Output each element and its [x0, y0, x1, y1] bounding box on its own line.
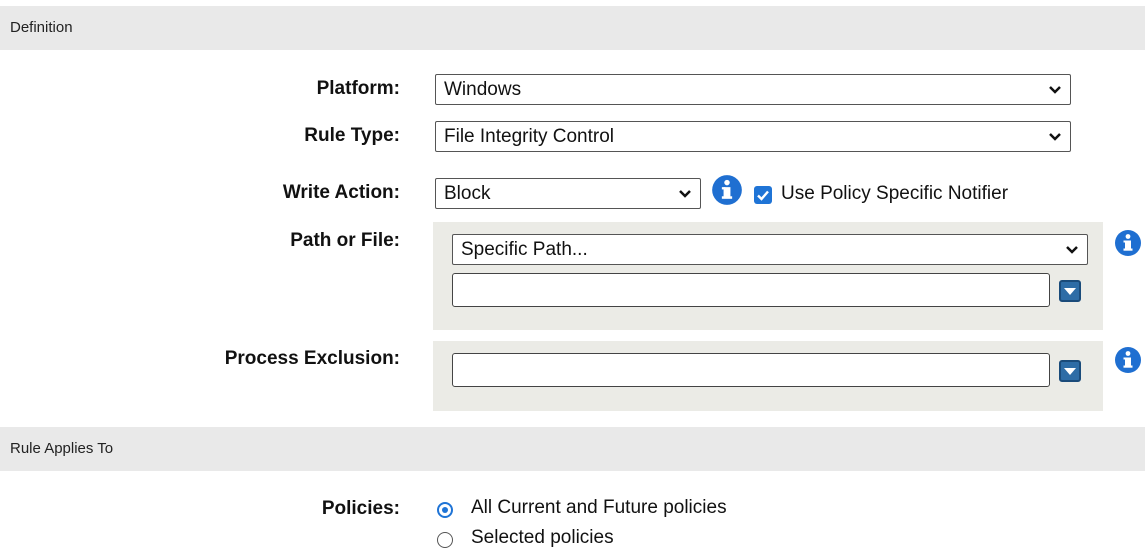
use-policy-notifier-label[interactable]: Use Policy Specific Notifier [781, 183, 1008, 205]
policies-label: Policies: [321, 498, 400, 519]
chevron-down-icon [679, 190, 691, 198]
chevron-down-icon [1049, 86, 1061, 94]
rule-type-label: Rule Type: [304, 125, 400, 146]
platform-select[interactable]: Windows [435, 74, 1071, 105]
path-dropdown-arrow-icon[interactable] [1059, 280, 1081, 302]
path-or-file-select[interactable]: Specific Path... [452, 234, 1088, 265]
definition-header-label: Definition [10, 19, 73, 36]
rule-type-select[interactable]: File Integrity Control [435, 121, 1071, 152]
rule-type-select-value: File Integrity Control [444, 126, 615, 147]
all-policies-label[interactable]: All Current and Future policies [471, 497, 727, 519]
definition-section-header: Definition [0, 6, 1145, 50]
path-or-file-select-value: Specific Path... [461, 239, 588, 260]
selected-policies-label[interactable]: Selected policies [471, 527, 614, 549]
rule-applies-section-header: Rule Applies To [0, 427, 1145, 471]
process-exclusion-input[interactable] [452, 353, 1050, 387]
write-action-select-value: Block [444, 183, 491, 204]
path-info-icon[interactable] [1114, 229, 1142, 257]
process-exclusion-info-icon[interactable] [1114, 346, 1142, 374]
all-policies-radio[interactable] [437, 502, 453, 518]
selected-policies-radio[interactable] [437, 532, 453, 548]
write-action-select[interactable]: Block [435, 178, 701, 209]
chevron-down-icon [1066, 246, 1078, 254]
chevron-down-icon [1049, 133, 1061, 141]
use-policy-notifier-checkbox[interactable] [754, 186, 772, 204]
platform-select-value: Windows [444, 79, 522, 100]
platform-label: Platform: [316, 78, 400, 99]
process-exclusion-dropdown-arrow-icon[interactable] [1059, 360, 1081, 382]
rule-applies-header-label: Rule Applies To [10, 440, 114, 457]
info-icon[interactable] [711, 174, 743, 206]
write-action-label: Write Action: [282, 182, 400, 203]
checkmark-icon [757, 190, 769, 201]
path-input[interactable] [452, 273, 1050, 307]
process-exclusion-label: Process Exclusion: [224, 348, 400, 369]
path-or-file-label: Path or File: [290, 230, 400, 251]
